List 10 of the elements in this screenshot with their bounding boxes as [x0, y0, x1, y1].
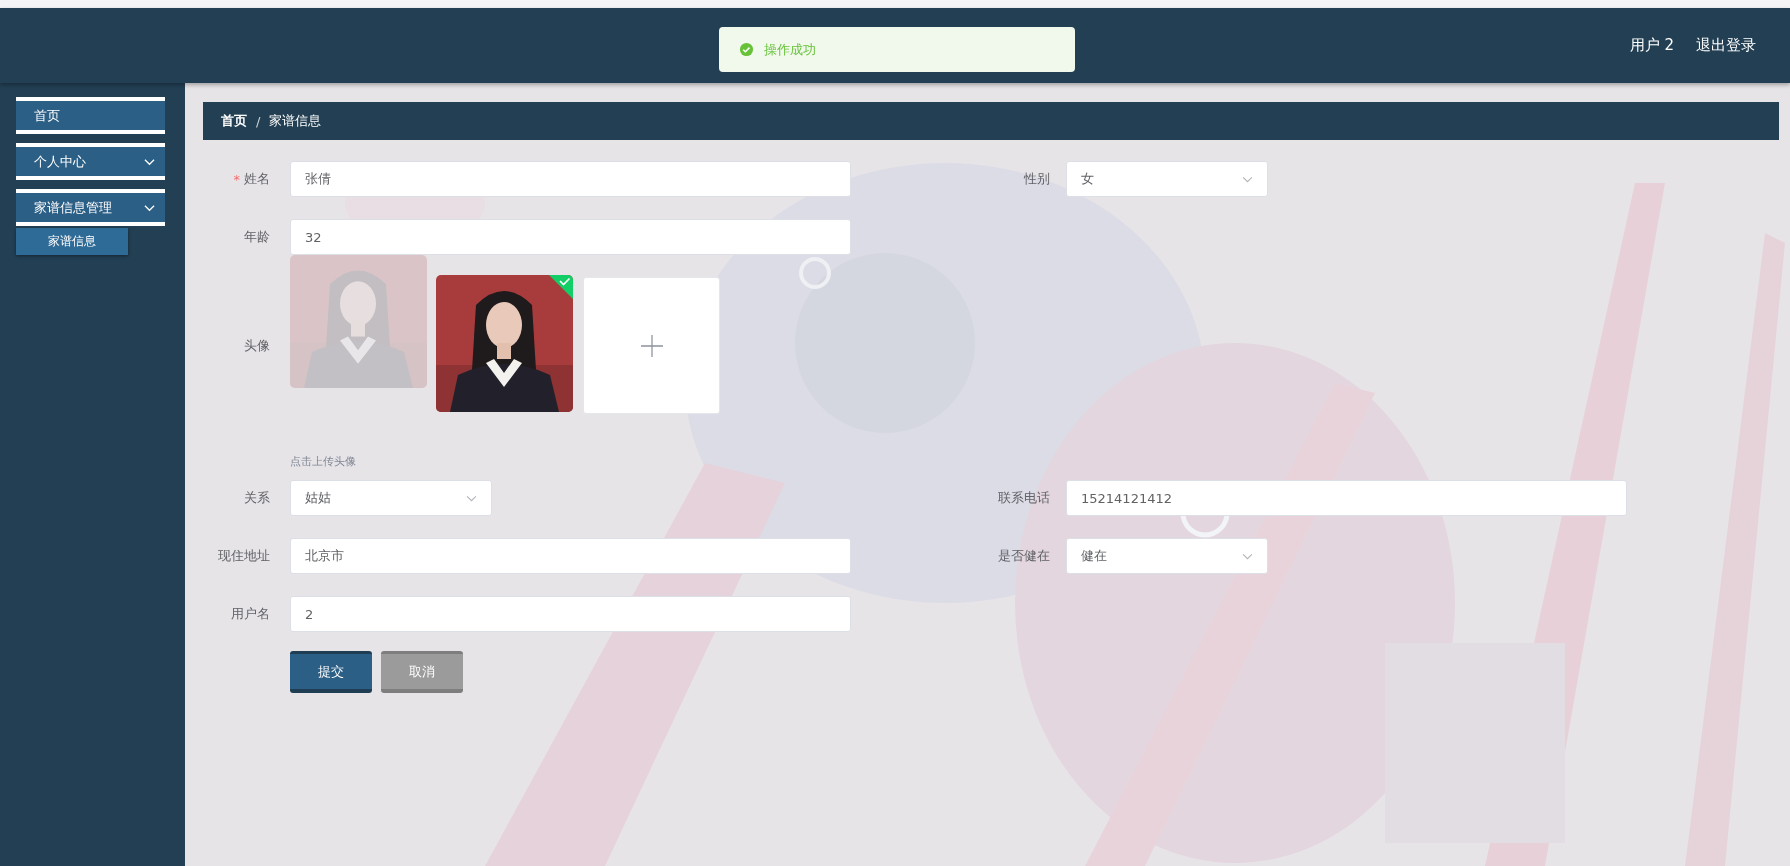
submenu-item[interactable]: 家谱信息 — [16, 228, 128, 255]
chevron-down-icon — [144, 203, 155, 212]
chevron-down-icon — [144, 157, 155, 166]
logout-link[interactable]: 退出登录 — [1696, 36, 1756, 55]
sidebar-item[interactable]: 个人中心 — [16, 143, 165, 180]
sidebar-item[interactable]: 家谱信息管理 — [16, 189, 165, 226]
sidebar-item[interactable]: 首页 — [16, 97, 165, 134]
user-name: 用户 2 — [1629, 36, 1674, 55]
check-circle-icon — [739, 42, 754, 57]
toast-message: 操作成功 — [764, 40, 816, 59]
